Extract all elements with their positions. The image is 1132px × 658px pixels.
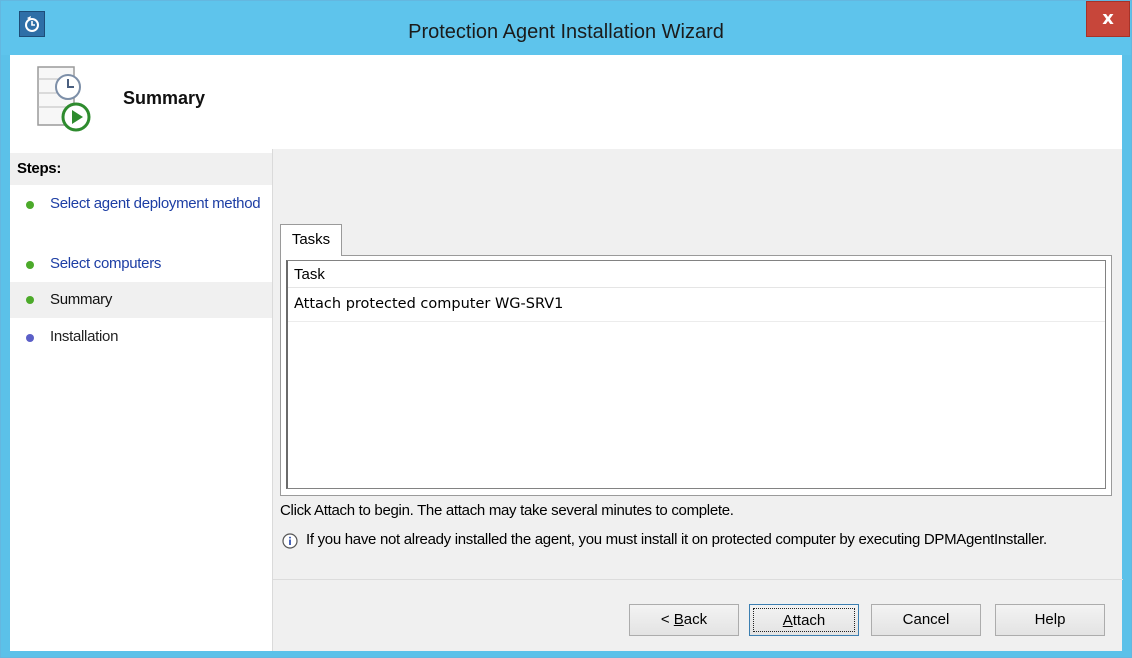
- step-select-computers[interactable]: Select computers: [10, 255, 272, 277]
- help-button[interactable]: Help: [995, 604, 1105, 636]
- step-label: Summary: [50, 291, 113, 308]
- attach-button[interactable]: Attach: [749, 604, 859, 636]
- step-summary: Summary: [10, 282, 272, 318]
- close-icon: x: [1102, 8, 1114, 29]
- instruction-text: Click Attach to begin. The attach may ta…: [280, 502, 734, 519]
- attach-focus-rect: Attach: [753, 608, 855, 632]
- page-title: Summary: [123, 88, 206, 108]
- wizard-header: Summary: [10, 55, 1122, 149]
- step-label: Select computers: [50, 255, 162, 272]
- tab-tasks[interactable]: Tasks: [280, 224, 342, 256]
- column-header-task[interactable]: Task: [288, 261, 1105, 288]
- attach-rest: ttach: [792, 612, 826, 629]
- info-text: If you have not already installed the ag…: [306, 531, 1047, 548]
- attach-accel: A: [782, 612, 793, 629]
- completed-dot-icon: [26, 201, 34, 209]
- back-button[interactable]: < Back: [629, 604, 739, 636]
- steps-heading: Steps:: [10, 153, 272, 185]
- info-icon: [282, 533, 298, 549]
- tasks-list[interactable]: Task Attach protected computer WG-SRV1: [286, 260, 1106, 489]
- steps-sidebar: Steps: Select agent deployment method Se…: [10, 149, 272, 651]
- pending-dot-icon: [26, 334, 34, 342]
- wizard-body: Steps: Select agent deployment method Se…: [10, 149, 1123, 651]
- step-select-deployment-method[interactable]: Select agent deployment method: [10, 195, 272, 235]
- back-accel: B: [673, 611, 684, 628]
- completed-dot-icon: [26, 261, 34, 269]
- table-row[interactable]: Attach protected computer WG-SRV1: [288, 288, 1105, 322]
- step-label: Select agent deployment method: [50, 195, 261, 212]
- completed-dot-icon: [26, 296, 34, 304]
- step-installation: Installation: [10, 328, 272, 350]
- back-rest: ack: [683, 611, 708, 628]
- window-title: Protection Agent Installation Wizard: [408, 21, 724, 43]
- main-panel: Tasks Task Attach protected computer WG-…: [272, 149, 1123, 651]
- tasks-tab-panel: Task Attach protected computer WG-SRV1: [280, 255, 1112, 496]
- step-label: Installation: [50, 328, 119, 345]
- close-button[interactable]: x: [1086, 1, 1130, 37]
- title-bar[interactable]: Protection Agent Installation Wizard x: [1, 1, 1131, 55]
- schedule-play-icon: [34, 65, 98, 139]
- task-cell: Attach protected computer WG-SRV1: [294, 296, 564, 312]
- cancel-button[interactable]: Cancel: [871, 604, 981, 636]
- wizard-window: Protection Agent Installation Wizard x S…: [0, 0, 1132, 658]
- divider: [273, 579, 1123, 580]
- back-prefix: <: [660, 611, 674, 628]
